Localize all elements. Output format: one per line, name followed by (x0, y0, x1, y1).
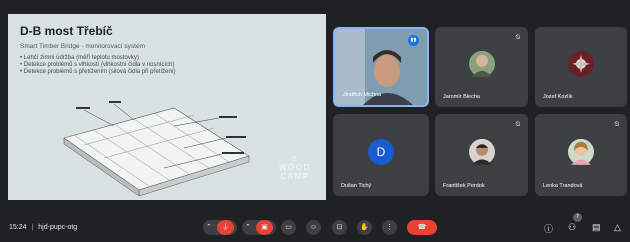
presentation-slide: D-B most Třebíč Smart Timber Bridge - mo… (8, 14, 326, 200)
speaking-indicator-icon: ▮▮ (408, 35, 419, 46)
meeting-code: hjd-pupc-otg (38, 224, 78, 231)
more-icon: ⋮ (386, 224, 393, 231)
camera-off-icon: ▣ (261, 224, 268, 231)
chevron-up-icon[interactable]: ⌃ (206, 224, 212, 231)
captions-icon: ▭ (285, 224, 292, 231)
logo-line-2: CAMP (280, 172, 310, 181)
mic-off-button[interactable]: ⏚ (217, 220, 234, 235)
participant-name: Jaromír Blecha (443, 94, 480, 100)
participant-tile[interactable]: ⍉ František Perdok (435, 114, 528, 196)
mic-off-icon: ⏚ (222, 224, 229, 231)
slide-bullets: Lehčí zimní údržba (měří teplotu mostovk… (20, 55, 176, 76)
raise-hand-icon: ✋ (360, 224, 369, 231)
people-icon: ⚇ (568, 222, 577, 232)
participant-tile[interactable]: ▮▮ Jindřich Michna (333, 27, 429, 107)
end-call-button[interactable]: ☎ (407, 220, 437, 235)
participant-name: Dušan Tichý (341, 183, 372, 189)
present-icon: ⊡ (336, 224, 343, 231)
avatar (568, 50, 594, 77)
end-call-icon: ☎ (417, 224, 427, 231)
meeting-info: 15:24 | hjd-pupc-otg (9, 224, 77, 231)
slide-subtitle: Smart Timber Bridge - monitorovací systé… (20, 43, 145, 50)
activities-icon: △ (614, 222, 621, 232)
raise-hand-button[interactable]: ✋ (357, 220, 372, 235)
meeting-time: 15:24 (9, 224, 27, 231)
participant-tile[interactable]: Jozef Kozlík (535, 27, 627, 107)
participant-count-badge: 7 (573, 213, 582, 222)
avatar-initial: D (376, 144, 386, 159)
participant-tile[interactable]: ⍉ Lenka Trandová (535, 114, 627, 196)
house-icon: ⌂ (291, 153, 299, 163)
camera-off-button[interactable]: ▣ (256, 220, 273, 235)
chat-icon: ▤ (592, 222, 601, 232)
woodcamp-logo: ⌂ WOOD CAMP (270, 153, 320, 182)
mic-off-icon: ⍉ (515, 34, 520, 41)
slide-title: D-B most Třebíč (20, 24, 113, 38)
participant-tile[interactable]: ⍉ Jaromír Blecha (435, 27, 528, 107)
participant-name: Lenka Trandová (543, 183, 583, 189)
meeting-separator: | (31, 224, 34, 231)
chat-button[interactable]: ▤ (592, 222, 601, 233)
participant-tile[interactable]: D Dušan Tichý (333, 114, 429, 196)
avatar (468, 50, 495, 77)
participant-name: Jozef Kozlík (543, 94, 573, 100)
info-icon: ⓘ (544, 224, 554, 234)
participant-name: František Perdok (443, 183, 485, 189)
bridge-drawing (63, 101, 250, 196)
people-button[interactable]: ⚇ (568, 222, 576, 233)
slide-bullet: Lehčí zimní údržba (měří teplotu mostovk… (20, 55, 176, 62)
activities-button[interactable]: △ (614, 222, 621, 233)
logo-line-1: WOOD (279, 163, 311, 172)
participant-name: Jindřich Michna (343, 92, 382, 98)
emoji-icon: ☺ (309, 224, 318, 231)
mic-off-icon: ⍉ (515, 121, 520, 128)
avatar (468, 138, 495, 165)
captions-button[interactable]: ▭ (281, 220, 296, 235)
slide-bullet: Detekce problémů s vlhkostí (vlhkostní č… (20, 62, 176, 69)
mic-off-icon: ⍉ (614, 121, 619, 128)
chevron-up-icon[interactable]: ⌃ (245, 224, 251, 231)
avatar: D (368, 138, 394, 165)
slide-bullet: Detekce problémů s přetížením (silová či… (20, 69, 176, 76)
emoji-button[interactable]: ☺ (306, 220, 321, 235)
info-button[interactable]: ⓘ (544, 222, 553, 235)
avatar (568, 138, 594, 165)
more-options-button[interactable]: ⋮ (382, 220, 397, 235)
present-button[interactable]: ⊡ (332, 220, 347, 235)
